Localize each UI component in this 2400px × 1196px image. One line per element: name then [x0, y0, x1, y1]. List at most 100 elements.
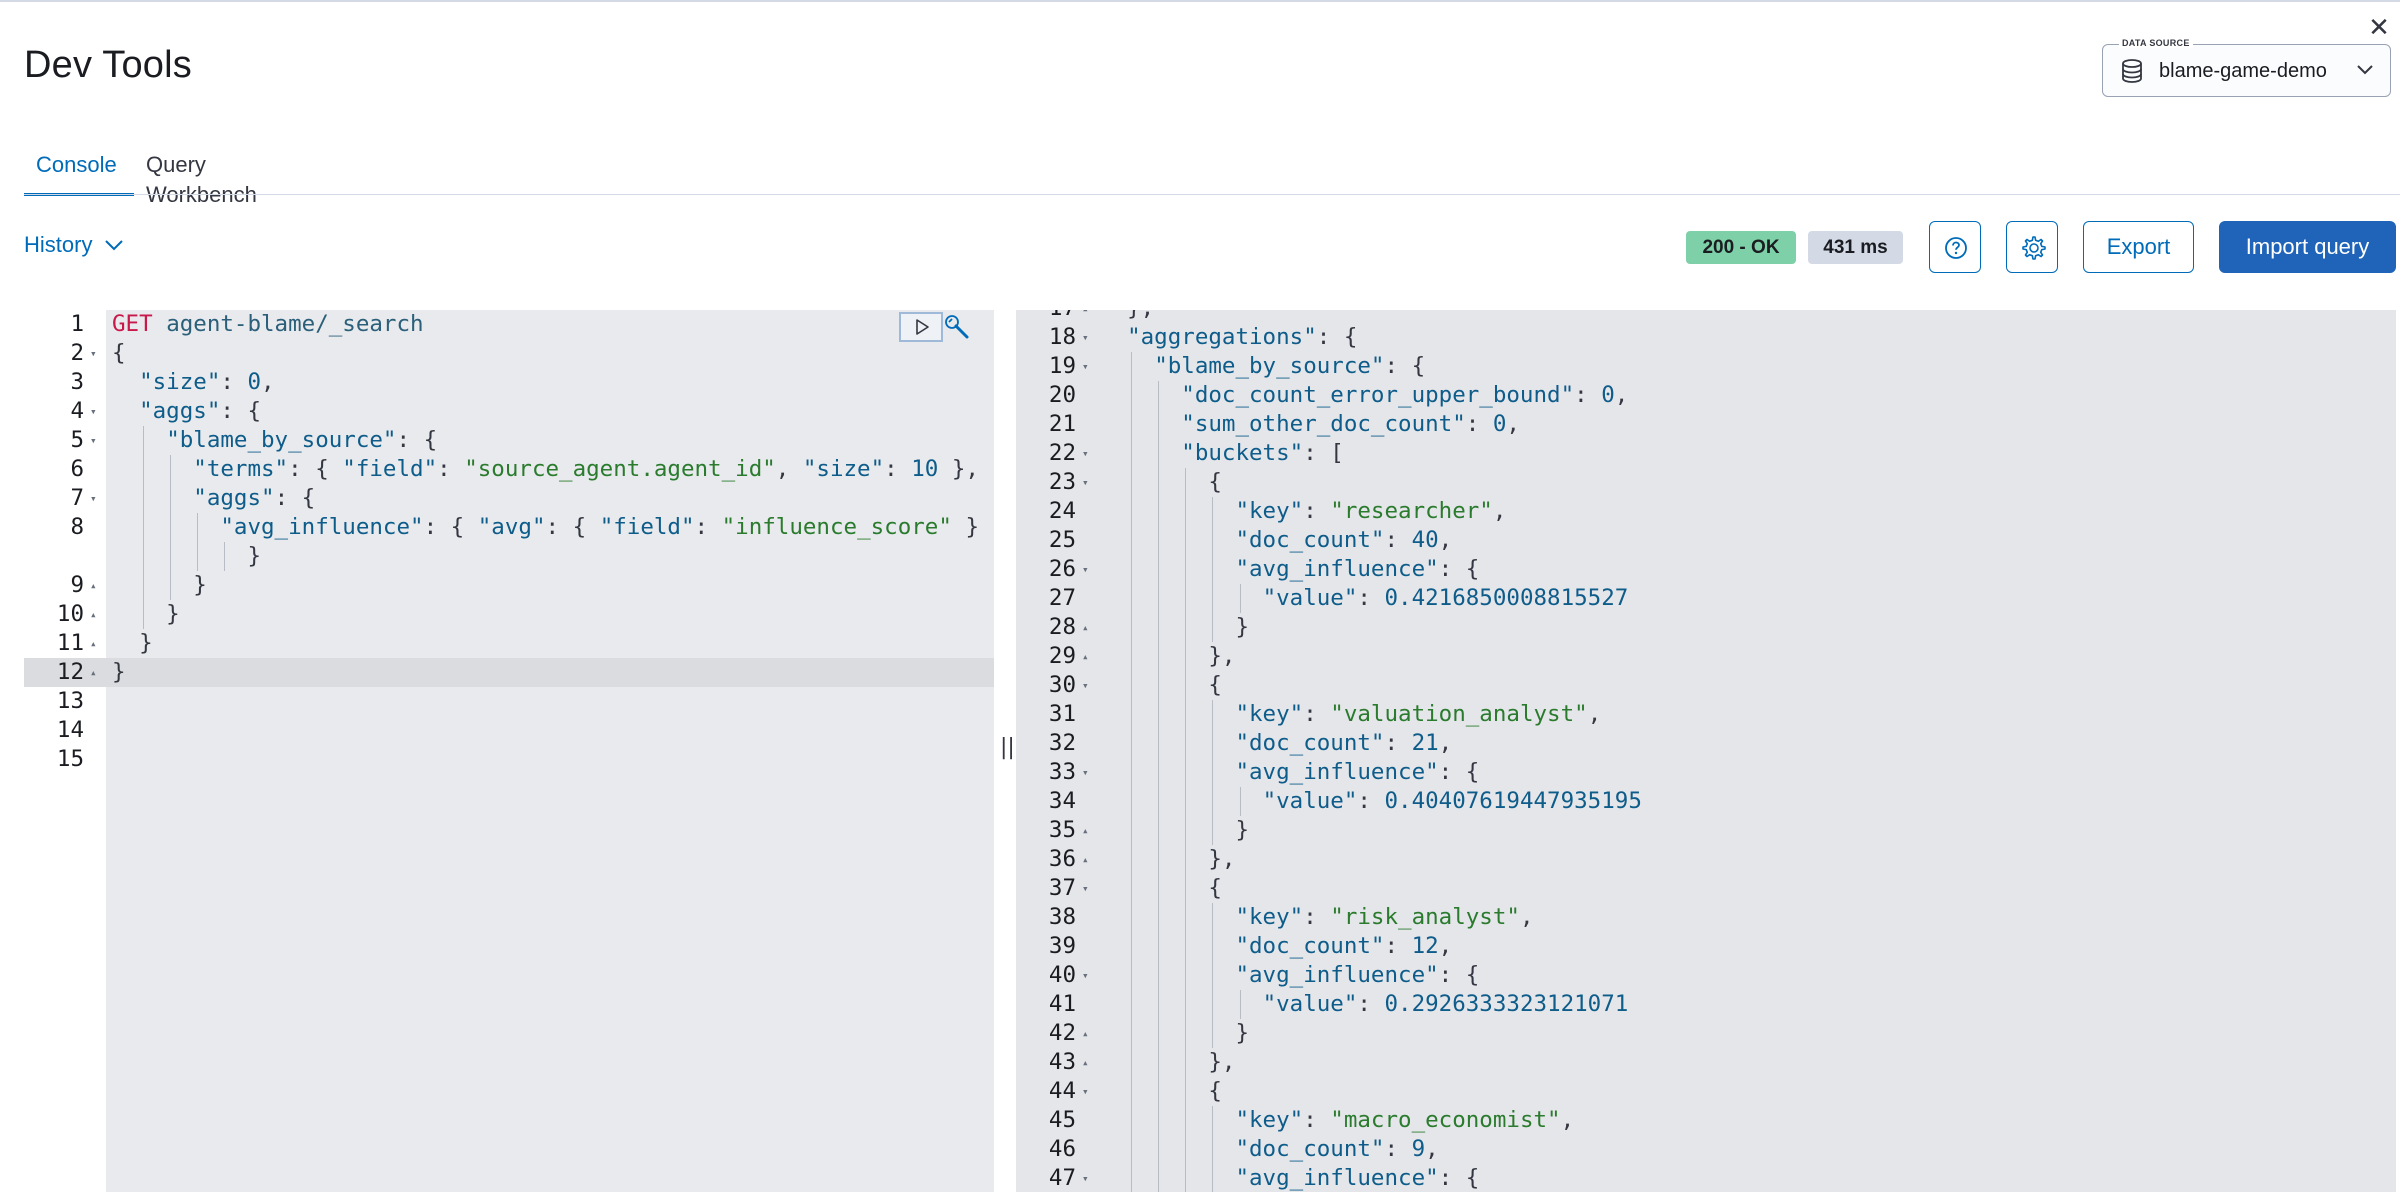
fold-close-icon[interactable]: ▴: [90, 629, 97, 658]
fold-open-icon[interactable]: ▾: [1082, 439, 1089, 468]
indent-guide: [1185, 584, 1187, 613]
response-line: 40 ▾ "avg_influence": {: [1016, 961, 2396, 990]
response-line: 26 ▾ "avg_influence": {: [1016, 555, 2396, 584]
indent-guide: [1131, 613, 1133, 642]
gear-icon: [2022, 236, 2046, 260]
indent-guide: [1131, 410, 1133, 439]
indent-guide: [1239, 787, 1241, 816]
response-time-badge: 431 ms: [1808, 231, 1903, 264]
indent-guide: [1185, 874, 1187, 903]
indent-guide: [1212, 758, 1214, 787]
response-viewer[interactable]: 17▴ },18▾ "aggregations": {19▾ "blame_by…: [1016, 310, 2396, 1192]
fold-close-icon[interactable]: ▴: [1082, 1019, 1089, 1048]
fold-open-icon[interactable]: ▾: [1082, 1077, 1089, 1106]
data-source-selector[interactable]: DATA SOURCE blame-game-demo: [2102, 38, 2391, 97]
fold-close-icon[interactable]: ▴: [1082, 613, 1089, 642]
fold-close-icon[interactable]: ▴: [1082, 310, 1089, 323]
response-line: 36 ▴ },: [1016, 845, 2396, 874]
help-button[interactable]: [1929, 221, 1981, 273]
response-line: 38 "key": "risk_analyst",: [1016, 903, 2396, 932]
response-line: 18 ▾ "aggregations": {: [1016, 323, 2396, 352]
line-number: 43: [1048, 1049, 1076, 1075]
line-number: 12: [56, 659, 84, 685]
indent-guide: [1158, 381, 1160, 410]
fold-open-icon[interactable]: ▾: [90, 339, 97, 368]
pane-resize-handle[interactable]: ||: [994, 310, 1016, 1192]
fold-open-icon[interactable]: ▾: [1082, 671, 1089, 700]
request-line: 14: [24, 716, 994, 745]
line-number: 5: [70, 427, 84, 453]
fold-open-icon[interactable]: ▾: [1082, 352, 1089, 381]
indent-guide: [1212, 932, 1214, 961]
indent-guide: [1158, 700, 1160, 729]
fold-close-icon[interactable]: ▴: [1082, 1048, 1089, 1077]
indent-guide: [1212, 729, 1214, 758]
run-request-button[interactable]: [899, 312, 943, 342]
code-text: "value": 0.40407619447935195: [1262, 788, 1642, 814]
indent-guide: [1158, 642, 1160, 671]
indent-guide: [1158, 1019, 1160, 1048]
tab-console[interactable]: Console: [24, 150, 134, 196]
indent-guide: [1158, 1135, 1160, 1164]
fold-open-icon[interactable]: ▾: [90, 484, 97, 513]
wrench-icon[interactable]: [942, 312, 972, 342]
code-text: "avg_influence": {: [1235, 759, 1480, 785]
code-text: "doc_count": 12,: [1235, 933, 1453, 959]
line-number: 3: [70, 369, 84, 395]
request-editor[interactable]: 1 GET agent-blame/_search 2 ▾{3 "size": 0, 4…: [24, 310, 994, 1192]
indent-guide: [170, 484, 172, 513]
import-query-button[interactable]: Import query: [2219, 221, 2396, 273]
response-line: 46 "doc_count": 9,: [1016, 1135, 2396, 1164]
indent-guide: [1158, 845, 1160, 874]
indent-guide: [1185, 787, 1187, 816]
indent-guide: [224, 542, 226, 571]
indent-guide: [1185, 497, 1187, 526]
export-button[interactable]: Export: [2083, 221, 2194, 273]
code-text: "doc_count": 21,: [1235, 730, 1453, 756]
code-text: "key": "researcher",: [1235, 498, 1507, 524]
fold-open-icon[interactable]: ▾: [90, 426, 97, 455]
indent-guide: [1131, 1019, 1133, 1048]
close-icon[interactable]: ✕: [2364, 12, 2394, 42]
fold-open-icon[interactable]: ▾: [1082, 555, 1089, 584]
indent-guide: [1185, 903, 1187, 932]
fold-close-icon[interactable]: ▴: [1082, 816, 1089, 845]
request-line: 13: [24, 687, 994, 716]
fold-close-icon[interactable]: ▴: [1082, 845, 1089, 874]
history-button[interactable]: History: [24, 232, 124, 258]
code-text: },: [1100, 846, 1236, 872]
line-number: 22: [1048, 440, 1076, 466]
indent-guide: [1131, 700, 1133, 729]
database-icon: [2122, 59, 2142, 83]
line-number: 28: [1048, 614, 1076, 640]
indent-guide: [1185, 642, 1187, 671]
line-number: 2: [70, 340, 84, 366]
response-line: 25 "doc_count": 40,: [1016, 526, 2396, 555]
line-number: 35: [1048, 817, 1076, 843]
line-number: 4: [70, 398, 84, 424]
line-number: 10: [56, 601, 84, 627]
indent-guide: [1158, 1077, 1160, 1106]
fold-open-icon[interactable]: ▾: [1082, 758, 1089, 787]
fold-open-icon[interactable]: ▾: [1082, 1164, 1089, 1192]
fold-open-icon[interactable]: ▾: [90, 397, 97, 426]
tab-console-label: Console: [36, 152, 117, 177]
indent-guide: [1158, 613, 1160, 642]
indent-guide: [143, 455, 145, 484]
indent-guide: [1158, 903, 1160, 932]
fold-open-icon[interactable]: ▾: [1082, 468, 1089, 497]
response-line: 44 ▾ {: [1016, 1077, 2396, 1106]
fold-close-icon[interactable]: ▴: [90, 571, 97, 600]
tab-query-workbench-label: Query Workbench: [146, 152, 257, 207]
fold-close-icon[interactable]: ▴: [90, 600, 97, 629]
response-line: 17 ▴ },: [1016, 310, 2396, 323]
settings-button[interactable]: [2006, 221, 2058, 273]
fold-open-icon[interactable]: ▾: [1082, 323, 1089, 352]
fold-close-icon[interactable]: ▴: [1082, 642, 1089, 671]
response-line: 45 "key": "macro_economist",: [1016, 1106, 2396, 1135]
fold-open-icon[interactable]: ▾: [1082, 961, 1089, 990]
response-line: 35 ▴ }: [1016, 816, 2396, 845]
fold-close-icon[interactable]: ▴: [90, 658, 97, 687]
tab-query-workbench[interactable]: Query Workbench: [146, 150, 257, 207]
fold-open-icon[interactable]: ▾: [1082, 874, 1089, 903]
